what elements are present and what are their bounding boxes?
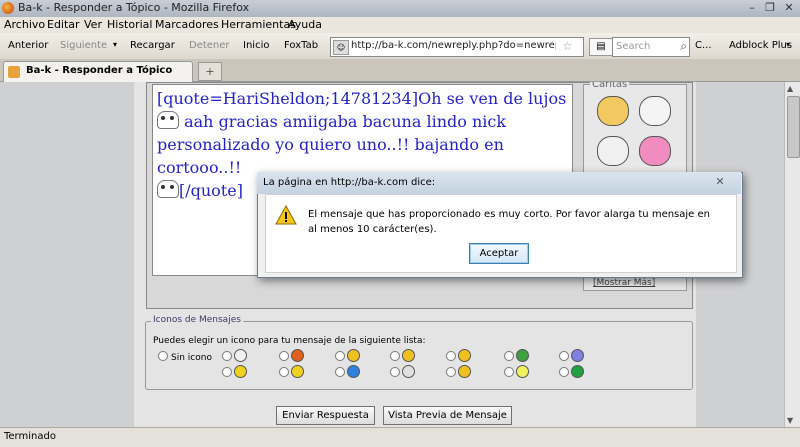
smile-icon (234, 365, 247, 378)
maximize-button[interactable]: ❐ (762, 1, 778, 15)
stop-button[interactable]: Detener (189, 40, 230, 51)
show-more-link[interactable]: [Mostrar Más] (593, 278, 655, 288)
radio-icon-tongue[interactable] (335, 351, 345, 361)
cool-icon (291, 365, 304, 378)
menu-bar: Archivo Editar Ver Historial Marcadores … (0, 17, 800, 33)
info-icon (347, 365, 360, 378)
blond-face-icon[interactable] (597, 96, 629, 126)
bookmark-star-icon[interactable]: ☆ (562, 39, 573, 53)
dialog-title: La página en http://ba-k.com dice: (263, 177, 436, 188)
menu-herramientas[interactable]: Herramientas (221, 18, 296, 31)
warning-icon (275, 205, 297, 225)
menu-historial[interactable]: Historial (107, 18, 152, 31)
cow-smiley-icon (157, 180, 179, 198)
editor-line-3: personalizado yo quiero uno..!! bajando … (157, 135, 504, 177)
message-icons-legend: Iconos de Mensajes (151, 315, 243, 325)
ok-button[interactable]: Aceptar (469, 243, 529, 264)
radio-icon-question[interactable] (279, 351, 289, 361)
radio-icon-sad[interactable] (559, 351, 569, 361)
menu-ayuda[interactable]: Ayuda (288, 18, 322, 31)
firefox-icon (2, 2, 14, 14)
title-bar: Ba-k - Responder a Tópico - Mozilla Fire… (0, 0, 800, 17)
submit-reply-button[interactable]: Enviar Respuesta (276, 406, 375, 425)
radio-icon-warning[interactable] (446, 367, 456, 377)
toolbar-more-button[interactable]: C... (695, 40, 712, 51)
editor-line-4: [/quote] (179, 181, 243, 200)
tongue-icon (347, 349, 360, 362)
window-title: Ba-k - Responder a Tópico - Mozilla Fire… (18, 1, 250, 14)
radio-no-icon[interactable] (158, 351, 168, 361)
tab-favicon-icon (8, 66, 20, 78)
foxtab-button[interactable]: FoxTab (284, 40, 318, 51)
reload-button[interactable]: Recargar (130, 40, 175, 51)
radio-icon-wink[interactable] (390, 351, 400, 361)
question-icon (291, 349, 304, 362)
adblock-dropdown-icon[interactable]: ▾ (786, 40, 790, 49)
wink-icon (402, 349, 415, 362)
radio-icon-laugh[interactable] (446, 351, 456, 361)
radio-icon-lightbulb[interactable] (504, 367, 514, 377)
arrow-icon (571, 365, 584, 378)
radio-icon-cool[interactable] (279, 367, 289, 377)
status-text: Terminado (4, 431, 56, 442)
warning-icon (458, 365, 471, 378)
dialog-title-bar: La página en http://ba-k.com dice: (257, 172, 741, 194)
radio-icon-info[interactable] (335, 367, 345, 377)
preview-message-button[interactable]: Vista Previa de Mensaje (383, 406, 512, 425)
menu-marcadores[interactable]: Marcadores (155, 18, 219, 31)
girl-face-icon[interactable] (639, 136, 671, 166)
editor-line-1: [quote=HariSheldon;14781234]Oh se ven de… (157, 89, 567, 108)
cow-smiley-icon (157, 111, 179, 129)
radio-icon-thumb-down[interactable] (390, 367, 400, 377)
radio-icon-grin[interactable] (504, 351, 514, 361)
status-bar: Terminado (0, 427, 800, 447)
tab-label: Ba-k - Responder a Tópico (26, 65, 173, 76)
menu-archivo[interactable]: Archivo (4, 18, 45, 31)
scroll-up-icon[interactable]: ▲ (787, 84, 793, 93)
dialog-message: El mensaje que has proporcionado es muy … (308, 209, 710, 235)
home-button[interactable]: Inicio (243, 40, 269, 51)
menu-editar[interactable]: Editar (47, 18, 80, 31)
minimize-button[interactable]: – (744, 1, 760, 15)
tab-active[interactable]: Ba-k - Responder a Tópico (3, 61, 193, 82)
search-placeholder: Search (616, 41, 651, 52)
stormtrooper-face-icon[interactable] (597, 136, 629, 166)
new-tab-button[interactable]: + (198, 62, 222, 81)
menu-ver[interactable]: Ver (84, 18, 102, 31)
radio-icon-arrow[interactable] (559, 367, 569, 377)
sad-icon (571, 349, 584, 362)
laugh-icon (458, 349, 471, 362)
thumb-down-icon (402, 365, 415, 378)
page-icon[interactable]: ▤ (589, 38, 613, 56)
lightbulb-icon (516, 365, 529, 378)
site-favicon-icon: ☺ (333, 40, 349, 55)
vertical-scrollbar[interactable]: ▲ ▼ (784, 82, 800, 427)
forward-button[interactable]: Siguiente (60, 40, 107, 51)
dialog-close-icon[interactable]: ✕ (709, 174, 731, 190)
back-button[interactable]: Anterior (8, 40, 48, 51)
grin-icon (516, 349, 529, 362)
scroll-down-icon[interactable]: ▼ (787, 416, 793, 425)
scroll-thumb[interactable] (787, 96, 800, 158)
editor-line-2: aah gracias amiigaba bacuna lindo nick (184, 112, 507, 131)
message-icons-description: Puedes elegir un icono para tu mensaje d… (153, 336, 426, 346)
cow-face-icon[interactable] (639, 96, 671, 126)
no-icon-label: Sin icono (171, 353, 212, 363)
caritas-label: Caritas (590, 82, 630, 90)
search-icon[interactable]: ⌕ (680, 39, 687, 54)
radio-icon-smile[interactable] (222, 367, 232, 377)
url-text[interactable]: http://ba-k.com/newreply.php?do=newreply (351, 40, 556, 51)
search-input[interactable]: Search ⌕ (612, 37, 690, 57)
adblock-button[interactable]: Adblock Plus (729, 40, 792, 51)
url-bar[interactable]: ☺ http://ba-k.com/newreply.php?do=newrep… (330, 37, 584, 57)
page-icon (234, 349, 247, 362)
forward-dropdown-icon[interactable]: ▾ (113, 40, 117, 49)
close-window-button[interactable]: ✕ (781, 1, 797, 15)
radio-icon-page[interactable] (222, 351, 232, 361)
